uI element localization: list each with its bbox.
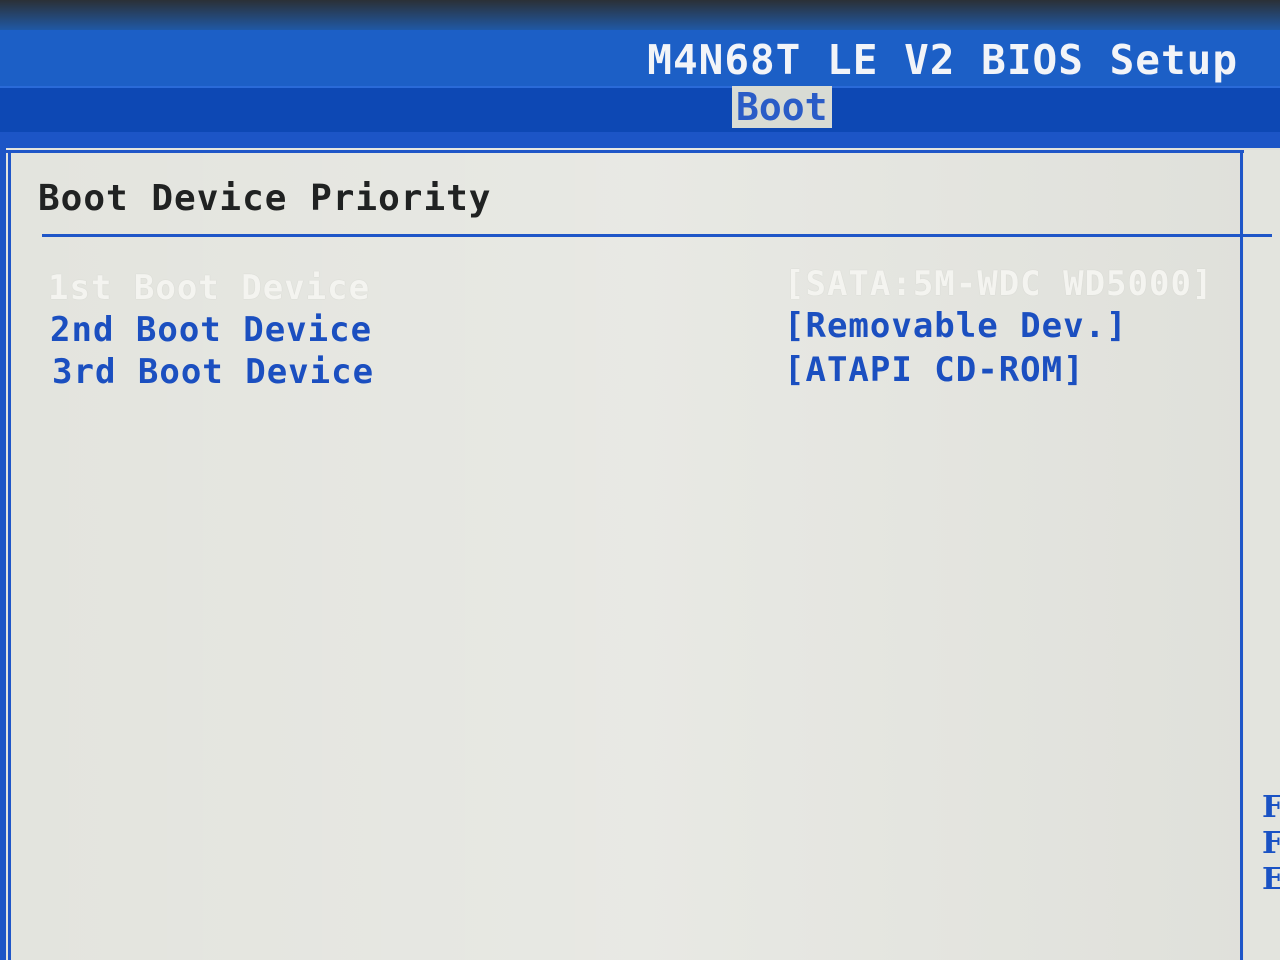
panel-border-top: [6, 150, 1276, 153]
help-letter: F: [1262, 790, 1280, 825]
boot-device-1-label[interactable]: 1st Boot Device: [48, 268, 370, 308]
bios-screen: M4N68T LE V2 BIOS Setup Boot F F E Boot …: [0, 0, 1280, 960]
help-letter: F: [1262, 826, 1280, 861]
boot-device-1-value[interactable]: [SATA:5M-WDC WD5000]: [784, 264, 1213, 304]
boot-device-2-value[interactable]: [Removable Dev.]: [784, 306, 1128, 346]
tab-strip: [0, 86, 1280, 134]
boot-device-3-value[interactable]: [ATAPI CD-ROM]: [784, 350, 1085, 390]
boot-device-3-label[interactable]: 3rd Boot Device: [52, 352, 374, 392]
panel-border-right: [1240, 150, 1243, 960]
help-letter: E: [1262, 862, 1280, 897]
section-title: Boot Device Priority: [38, 178, 492, 219]
tab-boot[interactable]: Boot: [732, 86, 832, 128]
boot-device-2-label[interactable]: 2nd Boot Device: [50, 310, 372, 350]
panel-border-left: [8, 150, 11, 960]
section-divider: [42, 234, 1272, 237]
bios-title: M4N68T LE V2 BIOS Setup: [647, 36, 1238, 84]
